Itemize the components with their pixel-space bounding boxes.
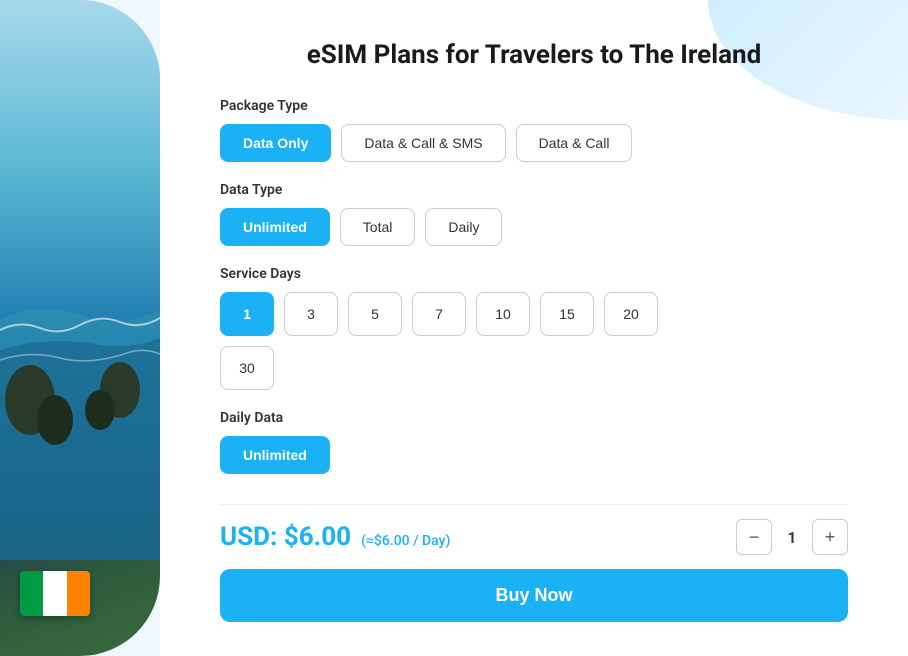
package-data-call-sms-btn[interactable]: Data & Call & SMS [341,124,505,162]
buy-now-btn[interactable]: Buy Now [220,569,848,622]
left-panel [0,0,160,656]
daily-data-unlimited-btn[interactable]: Unlimited [220,436,330,474]
ocean-background [0,0,160,656]
service-days-options: 1 3 5 7 10 15 20 [220,292,848,336]
quantity-decrease-btn[interactable]: − [736,519,772,555]
quantity-control: − 1 + [736,519,848,555]
day-btn-30[interactable]: 30 [220,346,274,390]
day-btn-3[interactable]: 3 [284,292,338,336]
day-btn-20[interactable]: 20 [604,292,658,336]
price-value: $6.00 [284,522,351,552]
price-display: USD: $6.00 (≈$6.00 / Day) [220,522,450,552]
day-btn-1[interactable]: 1 [220,292,274,336]
service-days-row2: 30 [220,346,848,390]
data-type-label: Data Type [220,182,848,198]
package-type-options: Data Only Data & Call & SMS Data & Call [220,124,848,162]
day-btn-15[interactable]: 15 [540,292,594,336]
day-btn-5[interactable]: 5 [348,292,402,336]
package-type-section: Package Type Data Only Data & Call & SMS… [220,98,848,162]
buy-now-row: Buy Now [220,569,848,622]
service-days-section: Service Days 1 3 5 7 10 15 20 30 [220,266,848,390]
price-per-day: (≈$6.00 / Day) [361,533,450,549]
daily-data-section: Daily Data Unlimited [220,410,848,474]
right-panel: eSIM Plans for Travelers to The Ireland … [160,0,908,656]
day-btn-10[interactable]: 10 [476,292,530,336]
price-amount: USD: $6.00 [220,522,351,552]
daily-data-options: Unlimited [220,436,848,474]
daily-data-label: Daily Data [220,410,848,426]
data-type-section: Data Type Unlimited Total Daily [220,182,848,246]
service-days-label: Service Days [220,266,848,282]
quantity-increase-btn[interactable]: + [812,519,848,555]
package-data-only-btn[interactable]: Data Only [220,124,331,162]
quantity-value: 1 [780,528,804,547]
flag-orange-stripe [67,571,90,616]
page-title: eSIM Plans for Travelers to The Ireland [220,40,848,70]
flag-green-stripe [20,571,43,616]
price-currency: USD: [220,522,284,552]
data-type-unlimited-btn[interactable]: Unlimited [220,208,330,246]
data-type-total-btn[interactable]: Total [340,208,416,246]
package-type-label: Package Type [220,98,848,114]
data-type-daily-btn[interactable]: Daily [425,208,502,246]
ireland-flag [20,571,90,616]
package-data-call-btn[interactable]: Data & Call [516,124,633,162]
data-type-options: Unlimited Total Daily [220,208,848,246]
flag-white-stripe [43,571,66,616]
day-btn-7[interactable]: 7 [412,292,466,336]
pricing-row: USD: $6.00 (≈$6.00 / Day) − 1 + [220,504,848,555]
